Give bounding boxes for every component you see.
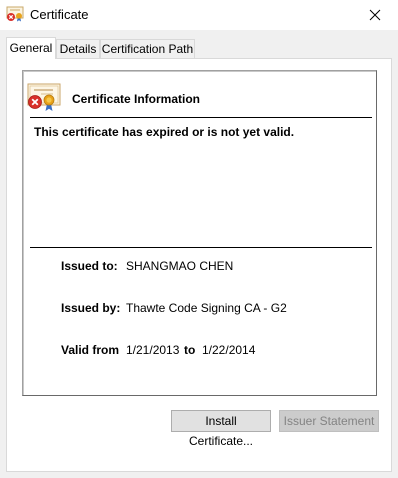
valid-from-label: Valid from: [61, 343, 120, 357]
title-bar: Certificate: [0, 0, 398, 30]
window-title: Certificate: [30, 7, 89, 22]
divider-top: [30, 117, 372, 118]
validity-status-message: This certificate has expired or is not y…: [34, 125, 295, 139]
valid-from-value: 1/21/2013: [126, 343, 180, 357]
tab-general[interactable]: General: [6, 37, 56, 59]
issued-to-label: Issued to:: [61, 259, 118, 273]
valid-to-label: to: [184, 343, 196, 357]
tab-details[interactable]: Details: [56, 39, 100, 58]
divider-middle: [30, 247, 372, 248]
certificate-warning-icon: [6, 6, 24, 22]
install-certificate-button[interactable]: Install Certificate...: [171, 410, 271, 448]
issued-to-value: SHANGMAO CHEN: [126, 259, 234, 273]
info-heading: Certificate Information: [72, 92, 201, 106]
issued-by-label: Issued by:: [61, 301, 121, 315]
tab-certification-path[interactable]: Certification Path: [100, 39, 195, 58]
close-button[interactable]: [352, 0, 398, 30]
issued-by-value: Thawte Code Signing CA - G2: [126, 301, 287, 315]
issuer-statement-button[interactable]: Issuer Statement: [279, 410, 379, 432]
certificate-error-icon: [27, 83, 61, 111]
close-icon: [369, 9, 381, 21]
valid-to-value: 1/22/2014: [202, 343, 256, 357]
